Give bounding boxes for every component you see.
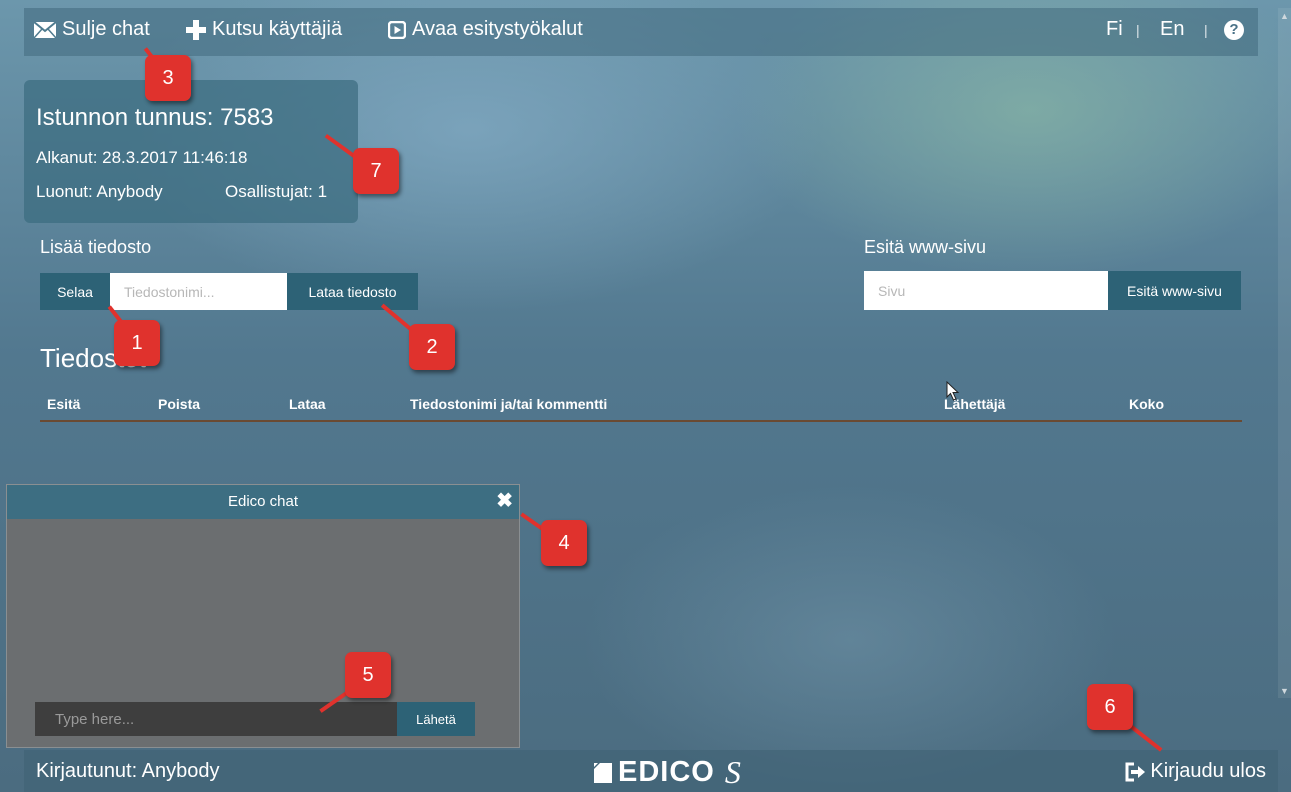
separator: | [1136, 22, 1140, 38]
annotation-badge-6: 6 [1087, 684, 1133, 730]
column-header-delete[interactable]: Poista [158, 396, 200, 412]
scrollbar[interactable]: ▲ ▼ [1278, 8, 1291, 698]
close-icon[interactable]: ✖ [496, 485, 513, 517]
edico-logo-icon [594, 762, 612, 783]
logo-text: EDICO [618, 756, 715, 788]
play-square-icon [388, 20, 406, 39]
logout-label: Kirjaudu ulos [1150, 760, 1266, 782]
present-web-page-button[interactable]: Esitä www-sivu [1108, 271, 1241, 310]
page-url-input[interactable]: Sivu [864, 271, 1108, 310]
browse-button[interactable]: Selaa [40, 273, 110, 310]
sign-out-icon [1125, 762, 1146, 781]
mouse-cursor-icon [946, 381, 960, 401]
column-header-filename[interactable]: Tiedostonimi ja/tai kommentti [410, 396, 607, 412]
annotation-badge-1: 1 [114, 320, 160, 366]
logo-suffix: S [724, 754, 741, 790]
column-header-download[interactable]: Lataa [289, 396, 326, 412]
close-chat-label: Sulje chat [62, 18, 150, 40]
present-web-page-label: Esitä www-sivu [864, 237, 987, 257]
annotation-badge-7: 7 [353, 148, 399, 194]
session-creator: Luonut: Anybody [36, 182, 163, 201]
chat-header: Edico chat ✖ [7, 485, 519, 519]
logged-in-user: Kirjautunut: Anybody [36, 760, 220, 782]
upload-file-button[interactable]: Lataa tiedosto [287, 273, 418, 310]
annotation-badge-3: 3 [145, 55, 191, 101]
scroll-up-icon[interactable]: ▲ [1280, 11, 1289, 21]
invite-users-button[interactable]: Kutsu käyttäjiä [186, 18, 342, 41]
language-en-link[interactable]: En [1160, 18, 1184, 41]
separator: | [1204, 22, 1208, 38]
session-participants: Osallistujat: 1 [225, 182, 328, 201]
close-chat-button[interactable]: Sulje chat [34, 18, 150, 41]
footer: Kirjautunut: Anybody EDICO S Kirjaudu ul… [24, 750, 1278, 792]
session-info-card: Istunnon tunnus: 7583 Alkanut: 28.3.2017… [24, 80, 358, 223]
plus-icon [186, 19, 206, 40]
annotation-badge-4: 4 [541, 520, 587, 566]
annotation-badge-2: 2 [409, 324, 455, 370]
add-file-label: Lisää tiedosto [40, 237, 152, 257]
column-header-size[interactable]: Koko [1129, 396, 1164, 412]
chat-message-input[interactable]: Type here... [35, 702, 397, 736]
scroll-down-icon[interactable]: ▼ [1280, 686, 1289, 696]
logout-button[interactable]: Kirjaudu ulos [1124, 760, 1266, 783]
column-header-present[interactable]: Esitä [47, 396, 80, 412]
language-fi-link[interactable]: Fi [1106, 18, 1123, 41]
chat-title: Edico chat [227, 493, 299, 510]
open-presenter-tools-label: Avaa esitystyökalut [412, 18, 583, 40]
edico-logo: EDICO S [592, 754, 741, 791]
chat-window: Edico chat ✖ Type here... Lähetä [6, 484, 520, 748]
session-started: Alkanut: 28.3.2017 11:46:18 [36, 148, 248, 167]
session-id-title: Istunnon tunnus: 7583 [36, 104, 274, 131]
annotation-badge-5: 5 [345, 652, 391, 698]
filename-input[interactable]: Tiedostonimi... [110, 273, 287, 310]
envelope-icon [34, 21, 56, 38]
open-presenter-tools-button[interactable]: Avaa esitystyökalut [388, 18, 583, 41]
top-toolbar: Sulje chat Kutsu käyttäjiä Avaa esitysty… [24, 8, 1258, 56]
send-button[interactable]: Lähetä [397, 702, 475, 736]
invite-users-label: Kutsu käyttäjiä [212, 18, 343, 40]
table-divider [40, 420, 1242, 422]
help-icon[interactable]: ? [1224, 20, 1244, 40]
